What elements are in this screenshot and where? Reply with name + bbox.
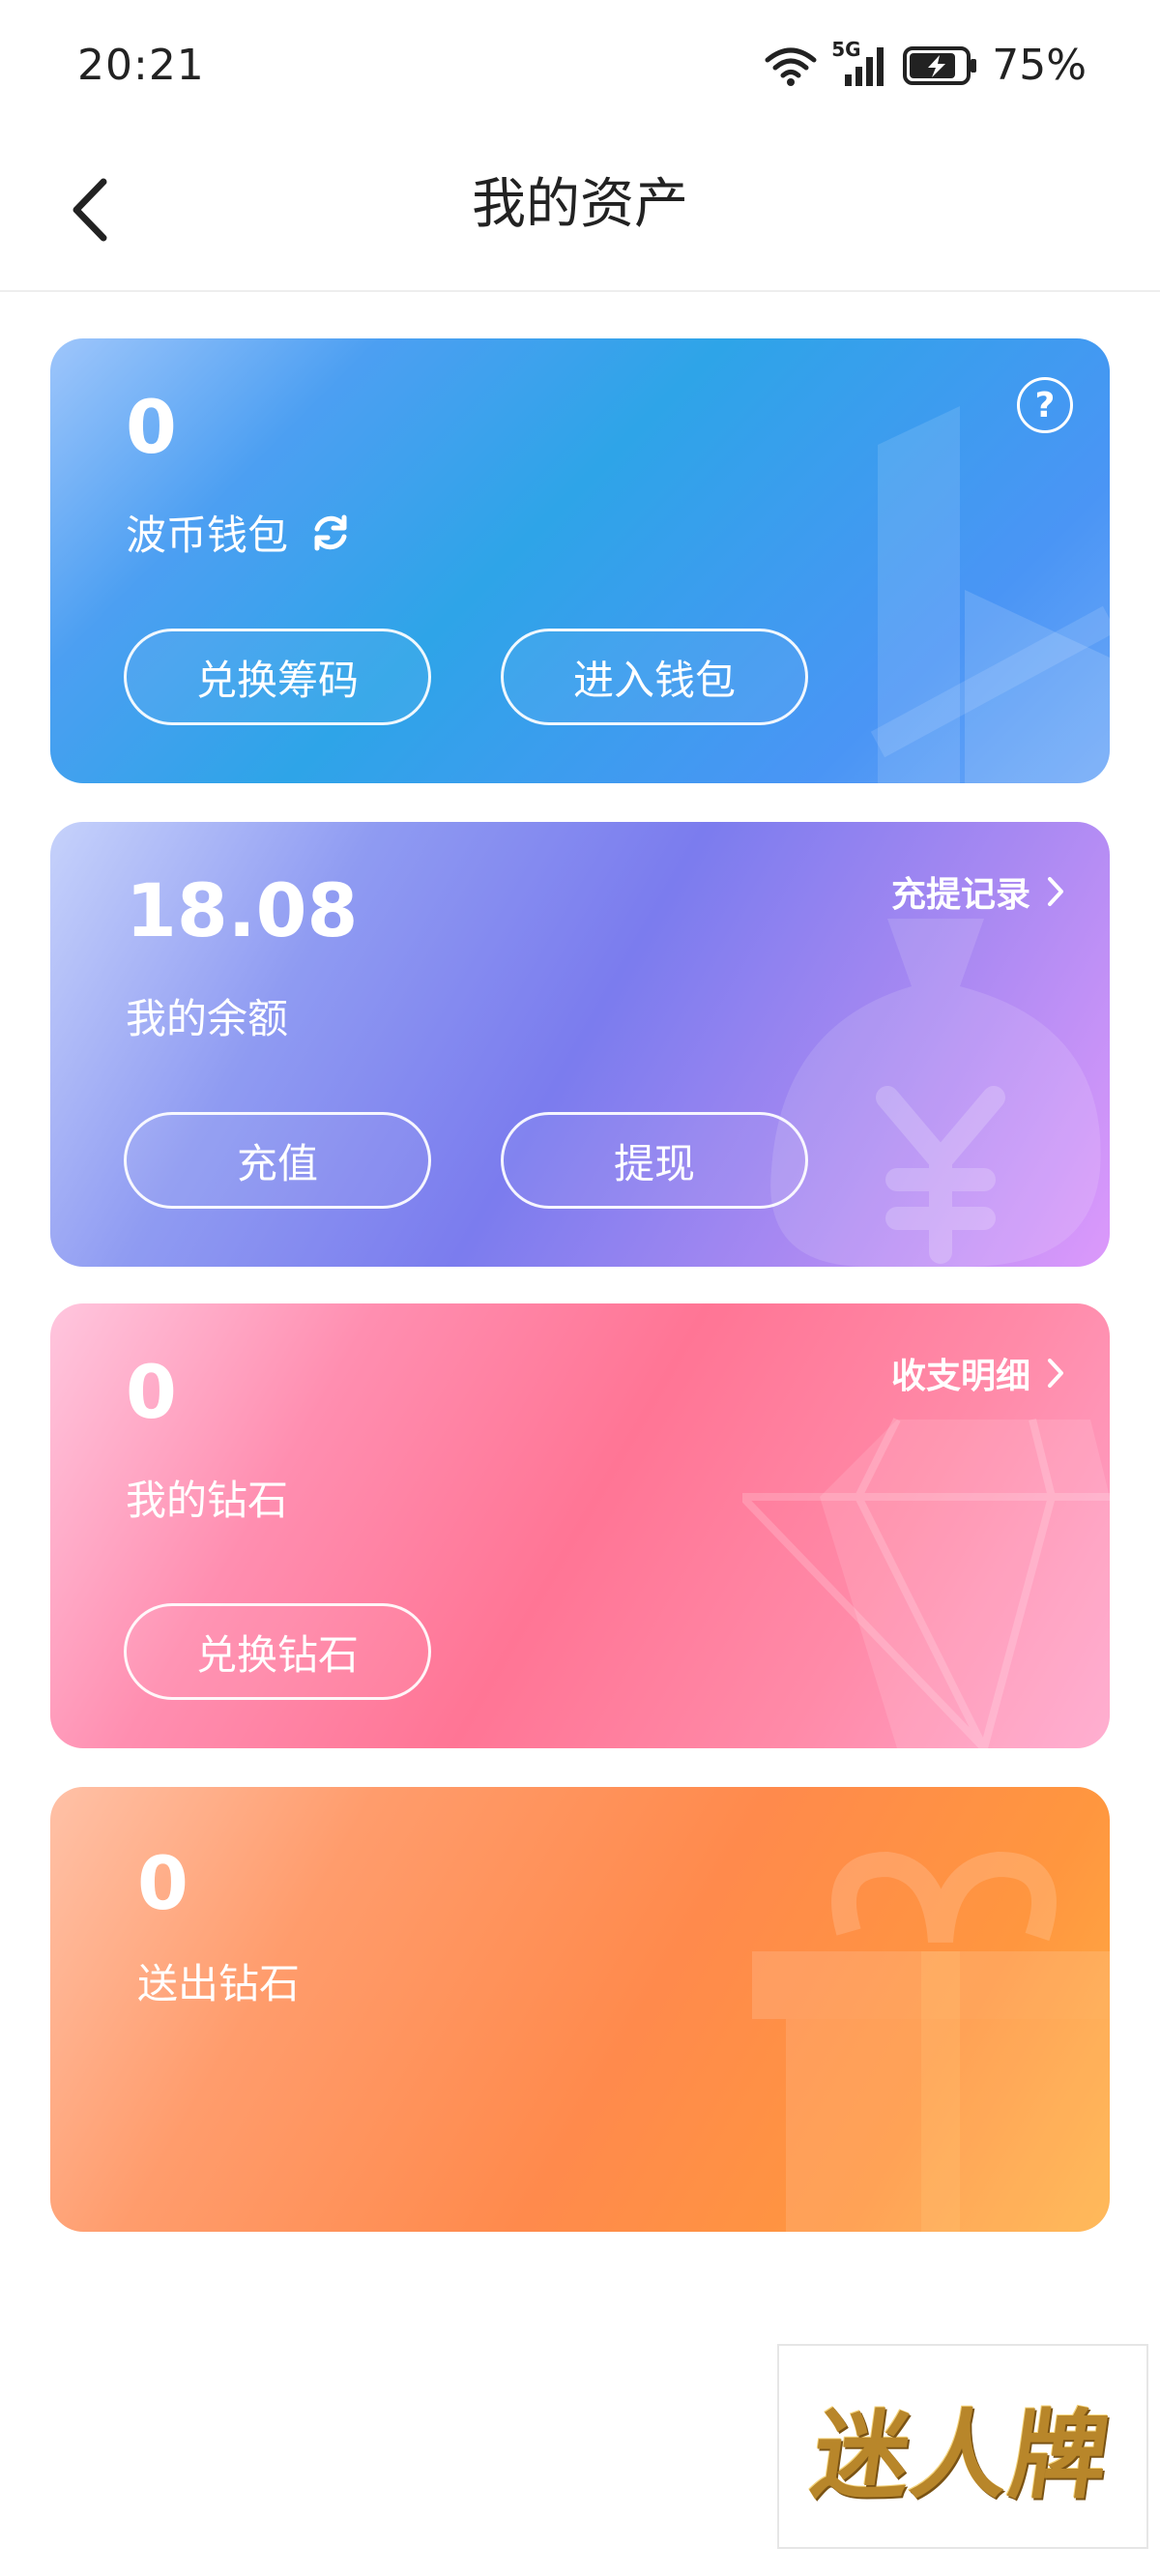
status-icons: 5G 75% [764,38,1087,90]
page-title: 我的资产 [472,173,688,236]
exchange-chips-button[interactable]: 兑换筹码 [124,629,431,725]
diamonds-card: 收支明细 0 我的钻石 兑换钻石 [50,1303,1110,1748]
bobi-wallet-value: 0 [126,384,177,470]
income-expense-details-link[interactable]: 收支明细 [891,1348,1065,1398]
sent-diamonds-label: 送出钻石 [137,1960,301,2007]
withdraw-button[interactable]: 提现 [501,1112,808,1209]
bobi-wallet-label-row: 波币钱包 [126,503,354,562]
money-bag-decoration-icon [770,919,1101,1267]
nav-bar: 我的资产 [0,135,1160,292]
battery-percent: 75% [992,41,1087,90]
status-time: 20:21 [77,41,205,90]
diamonds-value: 0 [126,1349,177,1435]
balance-value: 18.08 [126,867,359,953]
exchange-diamonds-button[interactable]: 兑换钻石 [124,1603,431,1700]
refresh-icon[interactable] [307,510,354,556]
status-bar: 20:21 5G 75% [0,0,1160,135]
enter-wallet-button[interactable]: 进入钱包 [501,629,808,725]
chevron-right-icon [1048,1359,1063,1388]
records-link-label: 充提记录 [890,875,1030,915]
gift-decoration-icon [752,1851,1110,2232]
details-link-label: 收支明细 [890,1357,1030,1396]
bobi-wallet-card: ? 0 波币钱包 兑换筹码 进入钱包 [50,338,1110,783]
recharge-button[interactable]: 充值 [124,1112,431,1209]
balance-label: 我的余额 [126,995,289,1042]
watermark-logo-text: 迷人牌 [805,2397,1118,2512]
bobi-wallet-label: 波币钱包 [126,512,289,559]
watermark-logo: 迷人牌 [777,2344,1148,2549]
chevron-right-icon [1048,877,1063,906]
wifi-icon [765,47,817,86]
sent-diamonds-card: 0 送出钻石 [50,1787,1110,2232]
balance-card: 充提记录 18.08 我的余额 充值 提现 [50,822,1110,1267]
battery-charging-icon [903,45,977,85]
help-icon[interactable]: ? [1017,377,1073,433]
wallet-decoration-icon [870,406,1110,783]
deposit-withdraw-records-link[interactable]: 充提记录 [891,866,1065,917]
signal-icon: 5G [831,38,889,88]
diamonds-label: 我的钻石 [126,1477,289,1524]
diamond-decoration-icon [742,1418,1110,1748]
sent-diamonds-value: 0 [137,1840,188,1926]
